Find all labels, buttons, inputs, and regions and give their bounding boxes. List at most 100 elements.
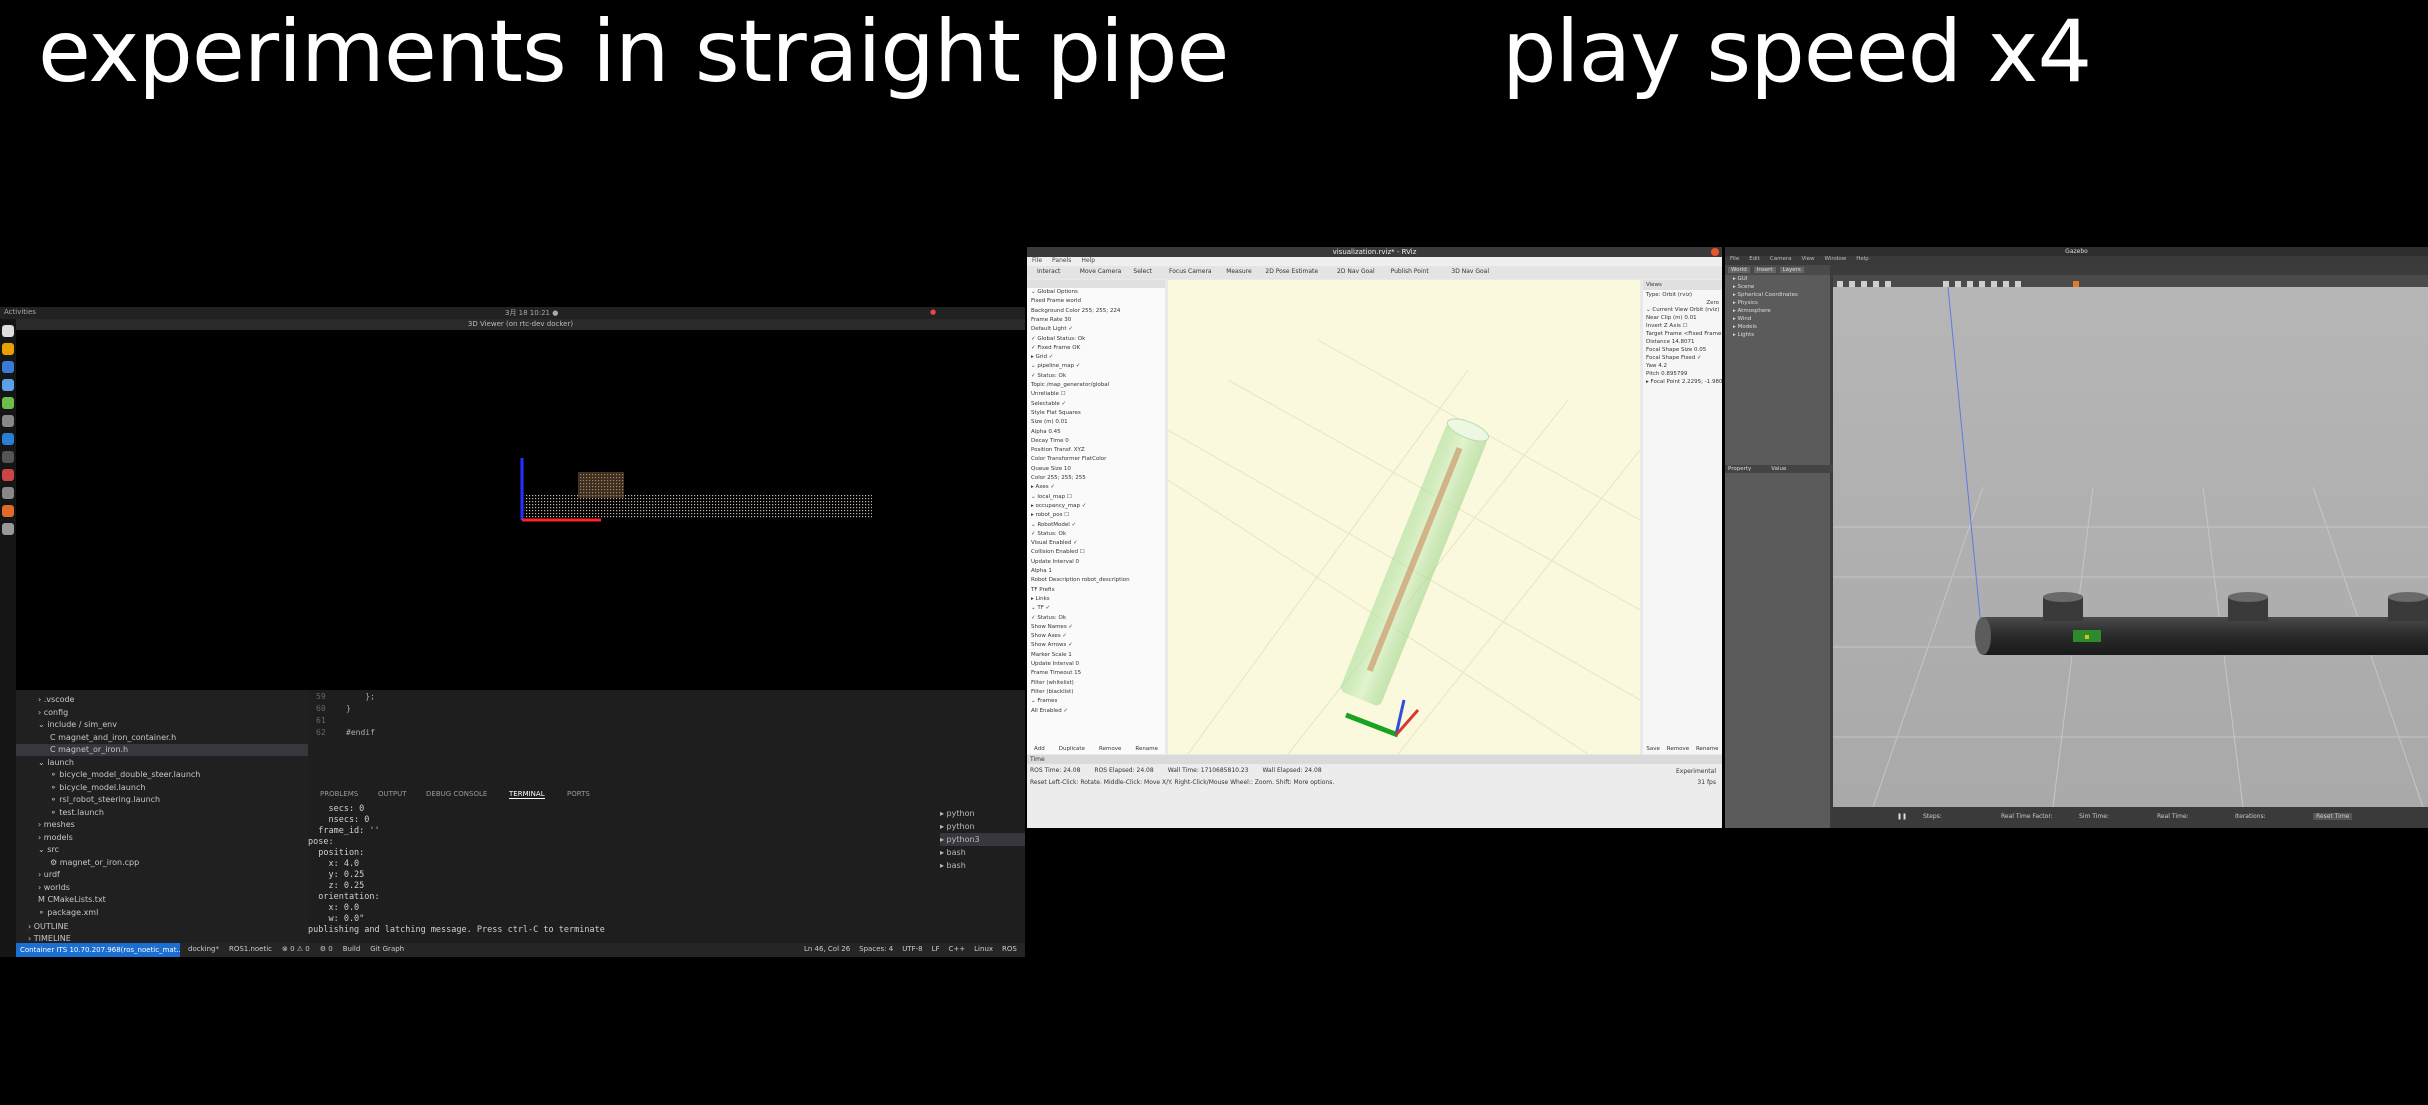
tab-terminal[interactable]: TERMINAL [509, 790, 545, 799]
display-property[interactable]: Filter (blacklist) [1031, 689, 1073, 695]
view-property[interactable]: ⌄ Current View Orbit (rviz) [1643, 306, 1722, 314]
display-property[interactable]: Collision Enabled ☐ [1031, 549, 1085, 555]
tab-output[interactable]: OUTPUT [378, 790, 407, 798]
explorer-item[interactable]: › models [16, 832, 330, 844]
remote-indicator[interactable]: Container ITS 10.70.207.968(ros_noetic_m… [16, 943, 180, 957]
text-editor-icon[interactable] [2, 361, 14, 373]
duplicate-button[interactable]: Duplicate [1059, 746, 1085, 752]
code-editor[interactable]: 59 }; 60} 61 62 #endif [308, 690, 1025, 770]
display-property[interactable]: Frame Timeout 15 [1031, 670, 1081, 676]
tool-move-camera[interactable]: Move Camera [1080, 268, 1122, 275]
display-property[interactable]: Background Color 255; 255; 224 [1031, 308, 1120, 314]
status-item[interactable]: Build [343, 945, 361, 953]
menu-camera[interactable]: Camera [1770, 256, 1792, 262]
sim-stat[interactable]: Reset Time [2313, 813, 2353, 820]
display-property[interactable]: All Enabled ✓ [1031, 708, 1068, 714]
display-property[interactable]: Color Transformer FlatColor [1031, 456, 1106, 462]
terminal-output[interactable]: secs: 0 nsecs: 0 frame_id: '' pose: posit… [308, 804, 928, 935]
display-property[interactable]: ⌄ Global Options [1031, 289, 1078, 295]
display-property[interactable]: Marker Scale 1 [1031, 652, 1072, 658]
tool-focus-camera[interactable]: Focus Camera [1169, 268, 1212, 275]
world-tree-item[interactable]: ▸ Atmosphere [1725, 307, 1830, 315]
status-item[interactable]: ⚙ 0 [320, 945, 333, 953]
display-property[interactable]: Show Names ✓ [1031, 624, 1073, 630]
status-item[interactable]: ⊗ 0 ⚠ 0 [282, 945, 310, 953]
chrome-icon[interactable] [2, 343, 14, 355]
explorer-item[interactable]: M CMakeLists.txt [16, 894, 330, 906]
display-property[interactable]: Show Axes ✓ [1031, 633, 1067, 639]
view-property[interactable]: Near Clip (m) 0.01 [1643, 314, 1722, 322]
tool-2d-nav-goal[interactable]: 2D Nav Goal [1337, 268, 1375, 275]
display-property[interactable]: ✓ Status: Ok [1031, 531, 1066, 537]
status-item[interactable]: docking* [188, 945, 219, 953]
explorer-item[interactable]: C magnet_and_iron_container.h [16, 732, 342, 744]
world-tree-item[interactable]: ▸ Physics [1725, 299, 1830, 307]
explorer-item[interactable]: ⌄ include / sim_env [16, 719, 330, 731]
tool-publish-point[interactable]: Publish Point [1391, 268, 1429, 275]
outline-section[interactable]: › OUTLINE [28, 922, 69, 931]
view-property[interactable]: Focal Shape Size 0.05 [1643, 346, 1722, 354]
display-property[interactable]: Update Interval 0 [1031, 559, 1079, 565]
tab-problems[interactable]: PROBLEMS [320, 790, 358, 798]
remove-button[interactable]: Remove [1667, 746, 1689, 752]
tab-insert[interactable]: Insert [1753, 267, 1776, 273]
explorer-item[interactable]: › urdf [16, 869, 330, 881]
rename-button[interactable]: Rename [1135, 746, 1158, 752]
app-icon[interactable] [2, 487, 14, 499]
status-item[interactable]: LF [932, 945, 940, 953]
tool-select[interactable]: Select [1133, 268, 1152, 275]
world-tree-item[interactable]: ▸ Models [1725, 323, 1830, 331]
tab-debug-console[interactable]: DEBUG CONSOLE [426, 790, 487, 798]
menu-panels[interactable]: Panels [1052, 257, 1071, 264]
tool-interact[interactable]: Interact [1037, 268, 1060, 275]
remove-button[interactable]: Remove [1099, 746, 1121, 752]
display-property[interactable]: Color 255; 255; 255 [1031, 475, 1086, 481]
display-property[interactable]: Frame Rate 30 [1031, 317, 1071, 323]
view-property[interactable]: Pitch 0.895799 [1643, 370, 1722, 378]
display-property[interactable]: Update Interval 0 [1031, 661, 1079, 667]
display-property[interactable]: ⌄ RobotModel ✓ [1031, 522, 1076, 528]
display-property[interactable]: Decay Time 0 [1031, 438, 1069, 444]
status-item[interactable]: Spaces: 4 [859, 945, 893, 953]
display-property[interactable]: Show Arrows ✓ [1031, 642, 1073, 648]
app-icon[interactable] [2, 451, 14, 463]
display-property[interactable]: Topic /map_generator/global [1031, 382, 1109, 388]
explorer-item[interactable]: ⚬ package.xml [16, 907, 330, 919]
files-icon[interactable] [2, 325, 14, 337]
display-property[interactable]: ▸ Links [1031, 596, 1050, 602]
display-property[interactable]: Visual Enabled ✓ [1031, 540, 1078, 546]
display-property[interactable]: ✓ Global Status: Ok [1031, 336, 1085, 342]
explorer-item[interactable]: › worlds [16, 882, 330, 894]
display-property[interactable]: ⌄ Frames [1031, 698, 1057, 704]
status-item[interactable]: ROS [1002, 945, 1017, 953]
explorer-item[interactable]: ⌄ launch [16, 757, 330, 769]
display-property[interactable]: Position Transf. XYZ [1031, 447, 1085, 453]
menu-file[interactable]: File [1730, 256, 1739, 262]
menu-help[interactable]: Help [1856, 256, 1869, 262]
terminal-instance[interactable]: ▸ bash [940, 846, 1025, 859]
explorer-item[interactable]: ⚬ rsl_robot_steering.launch [16, 794, 342, 806]
display-property[interactable]: ▸ Grid ✓ [1031, 354, 1053, 360]
settings-icon[interactable] [2, 379, 14, 391]
display-property[interactable]: Alpha 1 [1031, 568, 1052, 574]
display-property[interactable]: ▸ robot_pos ☐ [1031, 512, 1069, 518]
display-property[interactable]: TF Prefix [1031, 587, 1055, 593]
view-property[interactable]: Distance 14.8071 [1643, 338, 1722, 346]
menu-edit[interactable]: Edit [1749, 256, 1760, 262]
world-tree-item[interactable]: ▸ Wind [1725, 315, 1830, 323]
app-icon[interactable] [2, 469, 14, 481]
display-property[interactable]: ✓ Fixed Frame OK [1031, 345, 1080, 351]
world-tree-item[interactable]: ▸ Scene [1725, 283, 1830, 291]
app-icon[interactable] [2, 397, 14, 409]
status-item[interactable]: C++ [949, 945, 966, 953]
pause-icon[interactable]: ❚❚ [1897, 813, 1907, 820]
display-property[interactable]: ⌄ local_map ☐ [1031, 494, 1072, 500]
close-icon[interactable] [1711, 248, 1719, 256]
explorer-item[interactable]: › meshes [16, 819, 330, 831]
explorer-item[interactable]: ⚬ bicycle_model.launch [16, 782, 342, 794]
display-property[interactable]: Default Light ✓ [1031, 326, 1073, 332]
display-property[interactable]: Fixed Frame world [1031, 298, 1081, 304]
terminal-instance[interactable]: ▸ python [940, 820, 1025, 833]
view-property[interactable]: ▸ Focal Point 2.2295; -1.9801; 0 [1643, 378, 1722, 386]
gazebo-3d-view[interactable] [1833, 287, 2428, 807]
